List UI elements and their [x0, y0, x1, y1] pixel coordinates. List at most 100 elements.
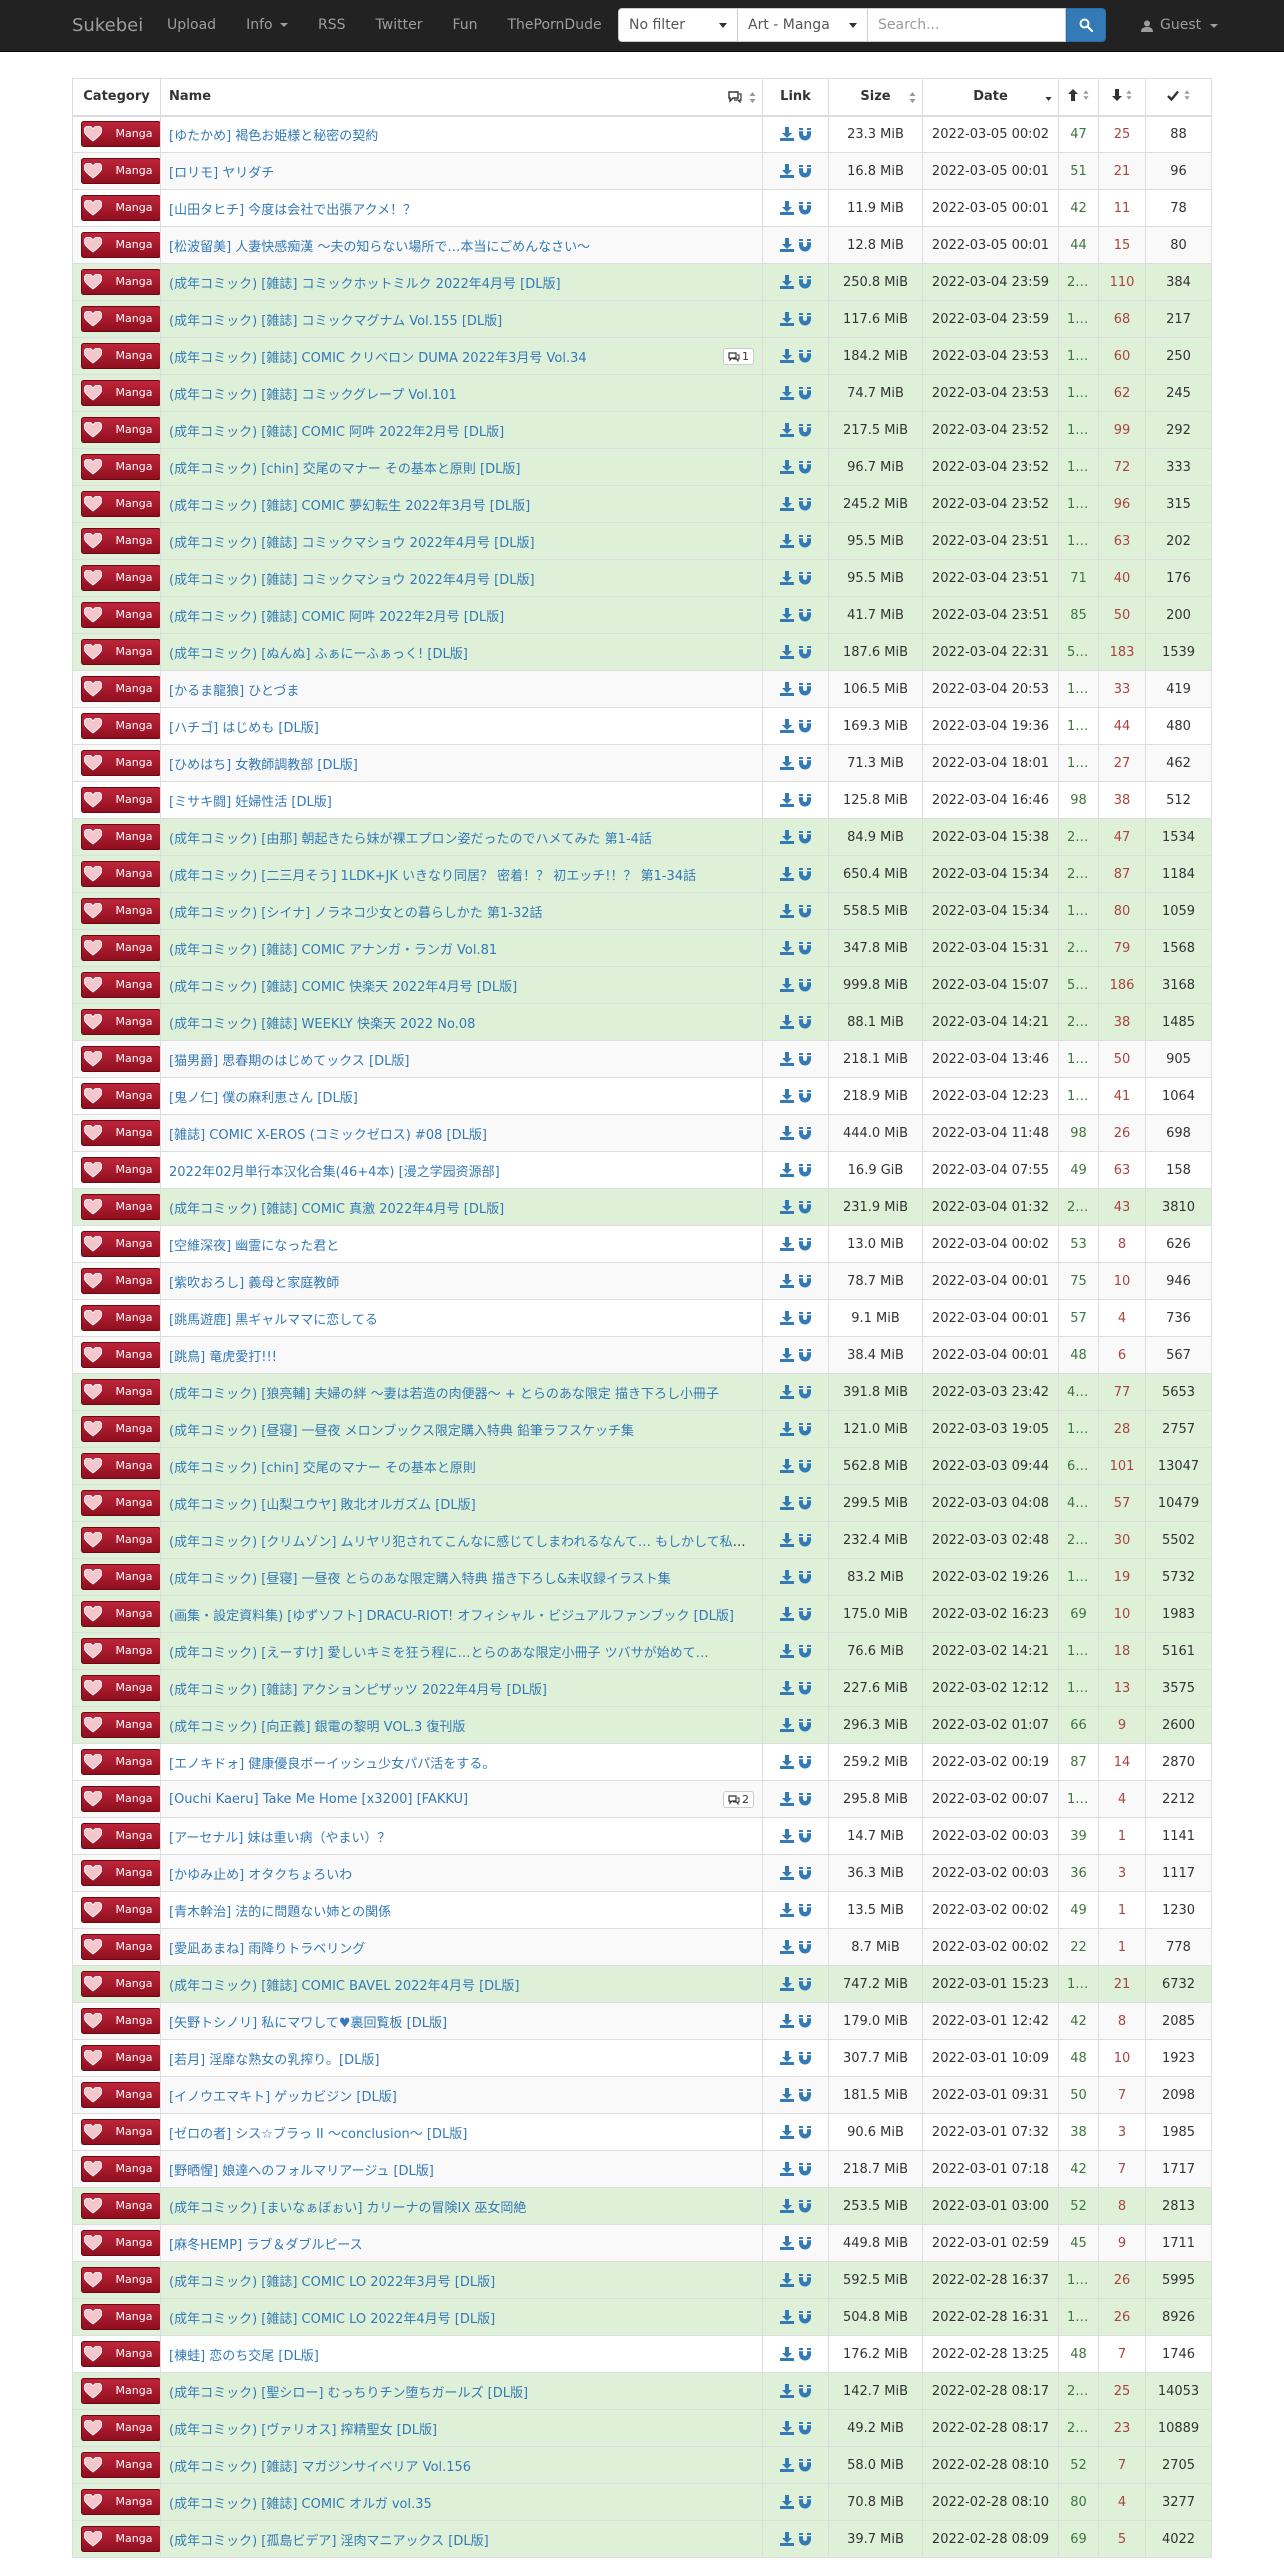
torrent-title-link[interactable]: [麻冬HEMP] ラブ＆ダブルピース	[169, 2238, 363, 2253]
col-seeders[interactable]	[1058, 78, 1099, 117]
col-leechers[interactable]	[1098, 78, 1146, 117]
download-link[interactable]	[778, 2162, 796, 2177]
magnet-link[interactable]	[796, 2051, 814, 2066]
download-link[interactable]	[778, 312, 796, 327]
torrent-title-link[interactable]: (成年コミック) [雑誌] COMIC 夢幻転生 2022年3月号 [DL版]	[169, 499, 530, 514]
download-link[interactable]	[778, 2125, 796, 2140]
category-badge-manga[interactable]: Manga	[81, 1120, 160, 1146]
category-badge-manga[interactable]: Manga	[81, 1527, 160, 1553]
download-link[interactable]	[778, 978, 796, 993]
magnet-link[interactable]	[796, 571, 814, 586]
torrent-title-link[interactable]: (成年コミック) [狼亮輔] 夫婦の絆 ～妻は若造の肉便器～ + とらのあな限定…	[169, 1387, 719, 1402]
download-link[interactable]	[778, 2051, 796, 2066]
download-link[interactable]	[778, 2347, 796, 2362]
col-date[interactable]: Date	[922, 78, 1059, 117]
download-link[interactable]	[778, 941, 796, 956]
download-link[interactable]	[778, 349, 796, 364]
download-link[interactable]	[778, 1163, 796, 1178]
category-badge-manga[interactable]: Manga	[81, 2452, 160, 2478]
download-link[interactable]	[778, 2014, 796, 2029]
category-badge-manga[interactable]: Manga	[81, 676, 160, 702]
category-badge-manga[interactable]: Manga	[81, 935, 160, 961]
torrent-title-link[interactable]: [松波留美] 人妻快感痴漢 ～夫の知らない場所で…本当にごめんなさい～	[169, 240, 590, 255]
torrent-title-link[interactable]: [跳馬遊鹿] 黒ギャルママに恋してる	[169, 1313, 378, 1328]
category-badge-manga[interactable]: Manga	[81, 2045, 160, 2071]
magnet-link[interactable]	[796, 1496, 814, 1511]
download-link[interactable]	[778, 1755, 796, 1770]
magnet-link[interactable]	[796, 1237, 814, 1252]
nav-twitter[interactable]: Twitter	[361, 0, 438, 51]
category-badge-manga[interactable]: Manga	[81, 121, 160, 148]
download-link[interactable]	[778, 164, 796, 179]
magnet-link[interactable]	[796, 497, 814, 512]
col-size[interactable]: Size	[828, 78, 923, 117]
torrent-title-link[interactable]: 2022年02月単行本汉化合集(46+4本) [漫之学园资源部]	[169, 1165, 500, 1180]
torrent-title-link[interactable]: (成年コミック) [シイナ] ノラネコ少女との暮らしかた 第1-32話	[169, 906, 543, 921]
category-badge-manga[interactable]: Manga	[81, 2267, 160, 2293]
torrent-title-link[interactable]: [かるま龍狼] ひとづま	[169, 684, 299, 699]
category-badge-manga[interactable]: Manga	[81, 2082, 160, 2108]
download-link[interactable]	[778, 756, 796, 771]
magnet-link[interactable]	[796, 1274, 814, 1289]
magnet-link[interactable]	[796, 608, 814, 623]
category-badge-manga[interactable]: Manga	[81, 2489, 160, 2515]
category-badge-manga[interactable]: Manga	[81, 824, 160, 850]
torrent-title-link[interactable]: [アーセナル] 妹は重い病（やまい）？	[169, 1831, 391, 1846]
torrent-title-link[interactable]: [愛凪あまね] 雨降りトラベリング	[169, 1942, 365, 1957]
download-link[interactable]	[778, 238, 796, 253]
category-badge-manga[interactable]: Manga	[81, 1786, 160, 1812]
download-link[interactable]	[778, 2273, 796, 2288]
category-badge-manga[interactable]: Manga	[81, 861, 160, 887]
download-link[interactable]	[778, 2421, 796, 2436]
download-link[interactable]	[778, 571, 796, 586]
category-badge-manga[interactable]: Manga	[81, 1305, 160, 1331]
download-link[interactable]	[778, 1681, 796, 1696]
search-button[interactable]	[1066, 8, 1106, 42]
category-badge-manga[interactable]: Manga	[81, 2526, 160, 2552]
torrent-title-link[interactable]: (成年コミック) [雑誌] COMIC LO 2022年3月号 [DL版]	[169, 2275, 495, 2290]
magnet-link[interactable]	[796, 1311, 814, 1326]
category-badge-manga[interactable]: Manga	[81, 1971, 160, 1997]
torrent-title-link[interactable]: (成年コミック) [雑誌] COMIC 快楽天 2022年4月号 [DL版]	[169, 980, 517, 995]
torrent-title-link[interactable]: [山田タヒチ] 今度は会社で出張アクメ！？	[169, 203, 416, 218]
category-badge-manga[interactable]: Manga	[81, 195, 160, 221]
torrent-title-link[interactable]: (成年コミック) [雑誌] COMIC オルガ vol.35	[169, 2497, 432, 2512]
magnet-link[interactable]	[796, 2384, 814, 2399]
torrent-title-link[interactable]: [矢野トシノリ] 私にマワして♥裏回覧板 [DL版]	[169, 2016, 447, 2031]
nav-upload[interactable]: Upload	[152, 0, 231, 51]
category-badge-manga[interactable]: Manga	[81, 528, 160, 554]
torrent-title-link[interactable]: (成年コミック) [聖シロー] むっちりチン堕ちガールズ [DL版]	[169, 2386, 528, 2401]
category-badge-manga[interactable]: Manga	[81, 1601, 160, 1627]
category-badge-manga[interactable]: Manga	[81, 750, 160, 776]
category-badge-manga[interactable]: Manga	[81, 1712, 160, 1738]
category-badge-manga[interactable]: Manga	[81, 343, 160, 369]
category-badge-manga[interactable]: Manga	[81, 491, 160, 517]
magnet-link[interactable]	[796, 2310, 814, 2325]
magnet-link[interactable]	[796, 1089, 814, 1104]
magnet-link[interactable]	[796, 1533, 814, 1548]
magnet-link[interactable]	[796, 2199, 814, 2214]
download-link[interactable]	[778, 1792, 796, 1807]
magnet-link[interactable]	[796, 682, 814, 697]
magnet-link[interactable]	[796, 2236, 814, 2251]
download-link[interactable]	[778, 534, 796, 549]
magnet-link[interactable]	[796, 756, 814, 771]
magnet-link[interactable]	[796, 423, 814, 438]
download-link[interactable]	[778, 460, 796, 475]
category-badge-manga[interactable]: Manga	[81, 713, 160, 739]
torrent-title-link[interactable]: [ひめはち] 女教師調教部 [DL版]	[169, 758, 358, 773]
torrent-title-link[interactable]: (成年コミック) [雑誌] マガジンサイベリア Vol.156	[169, 2460, 471, 2475]
torrent-title-link[interactable]: (成年コミック) [chin] 交尾のマナー その基本と原則 [DL版]	[169, 462, 520, 477]
magnet-link[interactable]	[796, 2532, 814, 2547]
torrent-title-link[interactable]: [空維深夜] 幽霊になった君と	[169, 1239, 339, 1254]
magnet-link[interactable]	[796, 1015, 814, 1030]
category-badge-manga[interactable]: Manga	[81, 269, 160, 295]
torrent-title-link[interactable]: [エノキドォ] 健康優良ボーイッシュ少女パパ活をする。	[169, 1757, 495, 1772]
category-badge-manga[interactable]: Manga	[81, 158, 160, 184]
torrent-title-link[interactable]: (成年コミック) [クリムゾン] ムリヤリ犯されてこんなに感じてしまわれるなんて…	[169, 1535, 762, 1550]
nav-rss[interactable]: RSS	[303, 0, 361, 51]
category-badge-manga[interactable]: Manga	[81, 232, 160, 258]
magnet-link[interactable]	[796, 1755, 814, 1770]
magnet-link[interactable]	[796, 2273, 814, 2288]
magnet-link[interactable]	[796, 460, 814, 475]
